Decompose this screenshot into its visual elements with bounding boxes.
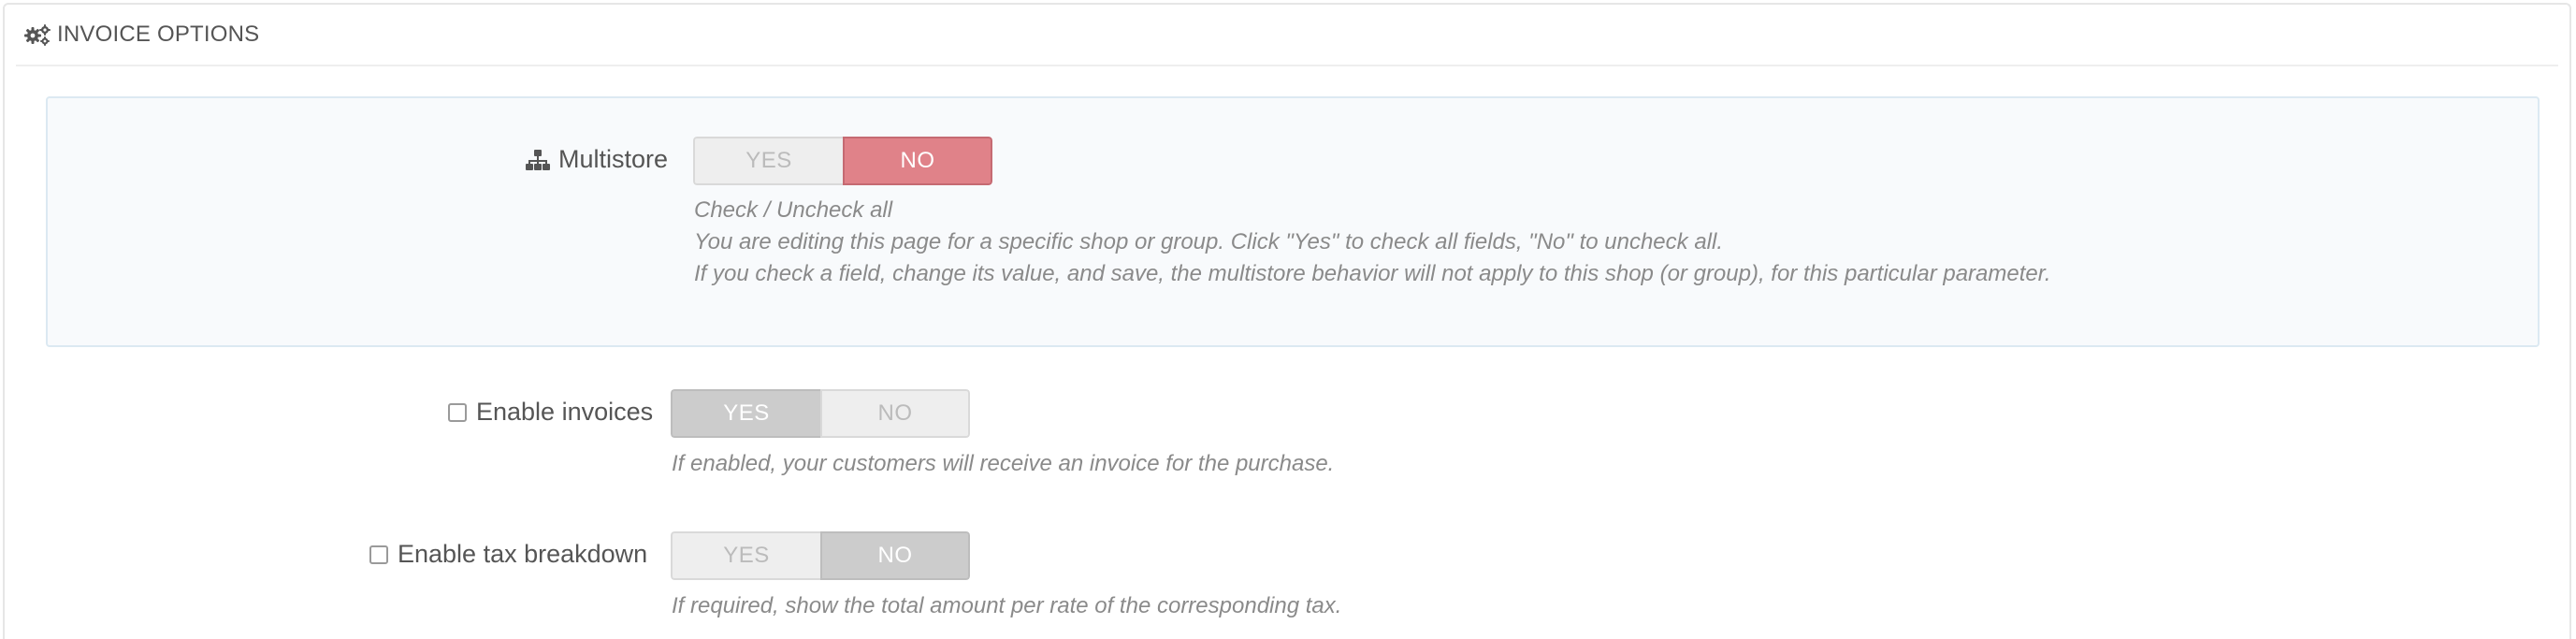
multistore-label: Multistore — [525, 145, 668, 174]
multistore-help-title: Check / Uncheck all — [694, 197, 893, 223]
field-row-enable-invoices: Enable invoices — [448, 398, 653, 427]
enable-tax-breakdown-checkbox[interactable] — [369, 545, 388, 564]
panel-title: INVOICE OPTIONS — [57, 22, 260, 47]
cogs-icon — [24, 24, 51, 46]
multistore-help-line1: You are editing this page for a specific… — [694, 229, 1723, 254]
multistore-toggle[interactable]: YES NO — [693, 137, 992, 185]
multistore-yes-button[interactable]: YES — [693, 137, 843, 185]
enable-tax-breakdown-toggle[interactable]: YES NO — [671, 531, 970, 580]
multistore-label-text: Multistore — [558, 145, 669, 173]
enable-tax-breakdown-no-button[interactable]: NO — [820, 531, 970, 580]
sitemap-icon — [526, 149, 550, 170]
enable-invoices-label: Enable invoices — [476, 398, 654, 426]
field-row-enable-tax-breakdown: Enable tax breakdown — [369, 540, 647, 569]
enable-tax-breakdown-yes-button[interactable]: YES — [671, 531, 820, 580]
enable-invoices-no-button[interactable]: NO — [820, 389, 970, 438]
enable-invoices-toggle[interactable]: YES NO — [671, 389, 970, 438]
enable-invoices-checkbox[interactable] — [448, 402, 467, 422]
multistore-help-line2: If you check a field, change its value, … — [694, 261, 2051, 286]
enable-tax-breakdown-help: If required, show the total amount per r… — [672, 593, 1342, 618]
multistore-no-button[interactable]: NO — [843, 137, 992, 185]
invoice-options-panel: INVOICE OPTIONS Multistore YES NO Check … — [3, 3, 2571, 639]
enable-invoices-help: If enabled, your customers will receive … — [672, 451, 1335, 476]
enable-invoices-yes-button[interactable]: YES — [671, 389, 820, 438]
panel-heading: INVOICE OPTIONS — [16, 5, 2558, 66]
multistore-box — [46, 96, 2540, 347]
enable-tax-breakdown-label: Enable tax breakdown — [398, 540, 648, 568]
